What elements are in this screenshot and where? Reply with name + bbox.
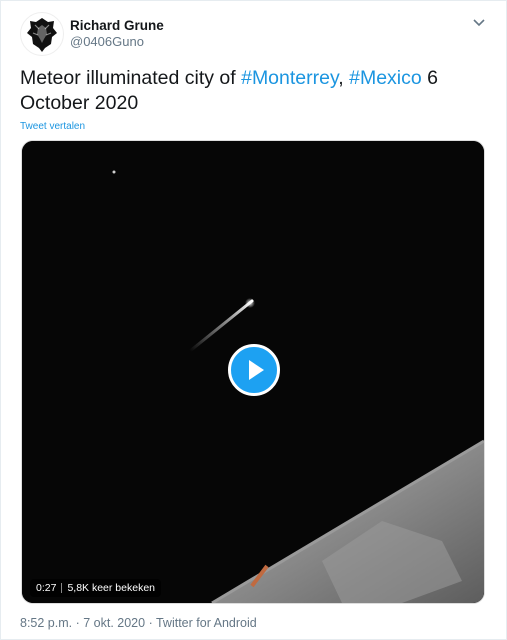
tweet-text: Meteor illuminated city of #Monterrey, #…	[20, 66, 460, 116]
hashtag-link[interactable]: #Monterrey	[241, 67, 338, 89]
chevron-down-icon[interactable]	[469, 13, 489, 33]
play-icon	[249, 360, 264, 380]
tweet-source[interactable]: Twitter for Android	[156, 616, 257, 630]
play-button[interactable]	[228, 344, 280, 396]
tweet-metadata: 8:52 p.m. · 7 okt. 2020 · Twitter for An…	[20, 616, 257, 630]
video-info-badge: 0:27 5,8K keer bekeken	[30, 579, 161, 597]
tweet-text-before: Meteor illuminated city of	[20, 67, 242, 89]
tweet-date[interactable]: 7 okt. 2020	[83, 616, 145, 630]
lion-logo-icon	[27, 18, 57, 52]
author-name[interactable]: Richard Grune	[70, 18, 164, 33]
video-duration: 0:27	[36, 582, 57, 594]
hashtag-link[interactable]: #Mexico	[349, 67, 422, 89]
video-player[interactable]: 0:27 5,8K keer bekeken	[21, 140, 485, 604]
tweet-text-separator: ,	[338, 67, 350, 89]
avatar[interactable]	[20, 12, 64, 56]
author-handle[interactable]: @0406Guno	[70, 34, 144, 49]
translate-tweet-link[interactable]: Tweet vertalen	[20, 121, 85, 132]
view-count: 5,8K keer bekeken	[67, 582, 155, 594]
badge-divider	[61, 583, 63, 593]
meta-separator: ·	[145, 616, 156, 630]
tweet-time[interactable]: 8:52 p.m.	[20, 616, 72, 630]
meta-separator: ·	[72, 616, 84, 630]
tweet-card: Richard Grune @0406Guno Meteor illuminat…	[0, 0, 507, 640]
